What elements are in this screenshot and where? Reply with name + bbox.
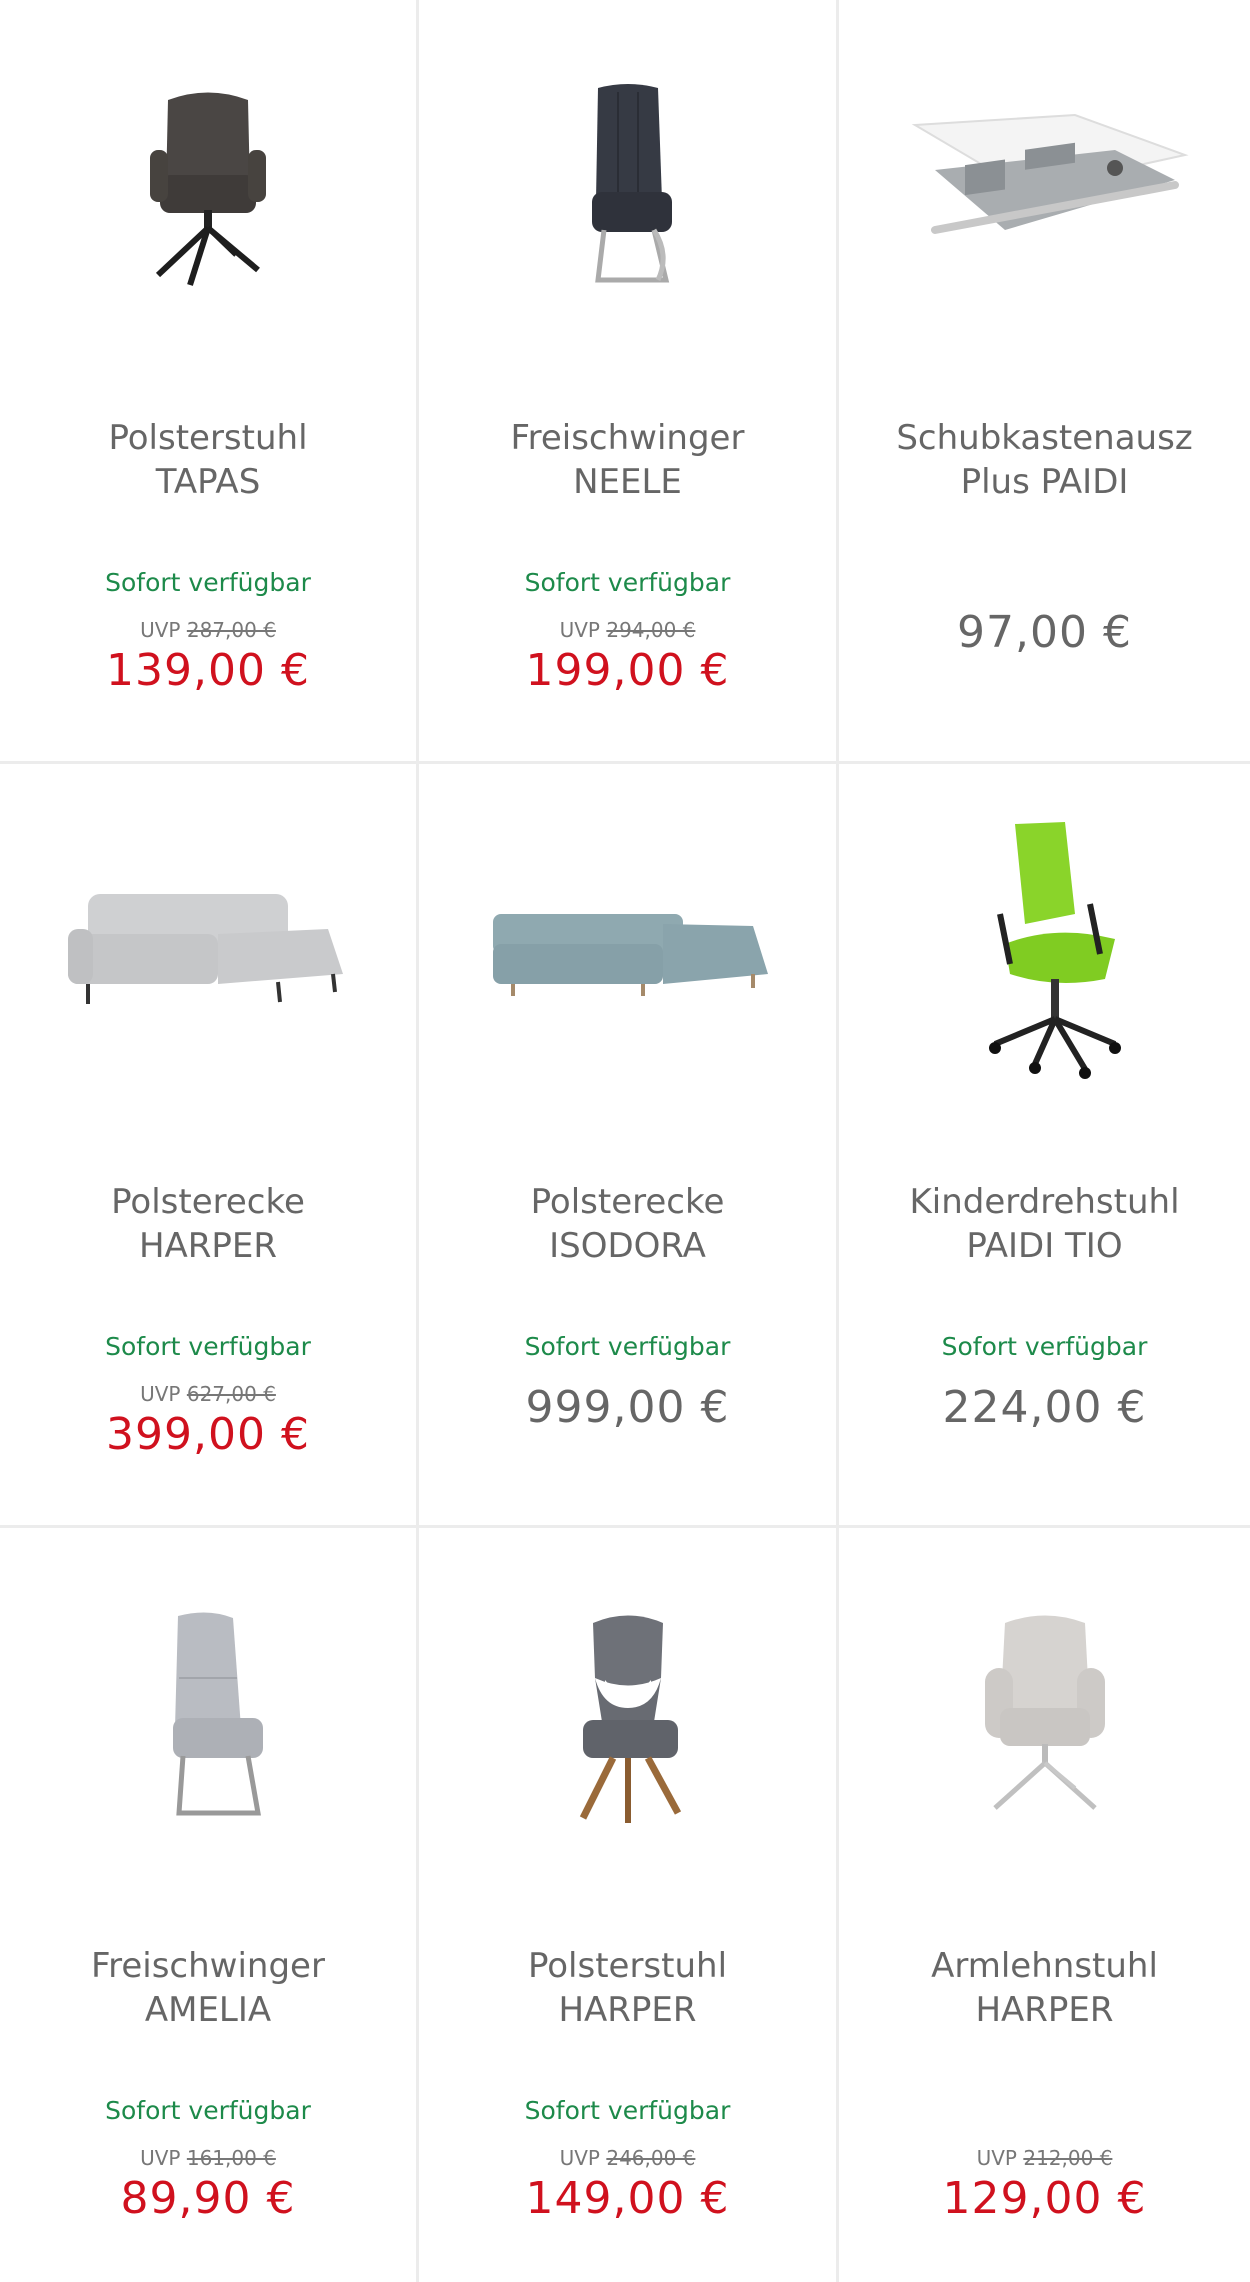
uvp-price: UVP 627,00 € [0,1382,416,1406]
availability-label: Sofort verfügbar [105,1332,311,1361]
uvp-label: UVP [976,2146,1017,2170]
armchair-swivel-light-icon [984,1615,1105,1810]
product-price: 97,00 € [957,607,1132,658]
product-name[interactable]: Freischwinger AMELIA [8,1944,408,2032]
product-price: 199,00 € [525,645,730,696]
availability-label: Sofort verfügbar [105,2096,311,2125]
product-image[interactable] [419,804,836,1104]
product-name[interactable]: Schubkastenausz Plus PAIDI [847,416,1242,504]
availability-label: Sofort verfügbar [524,568,731,597]
uvp-value: 627,00 € [186,1382,276,1406]
corner-sofa-light-grey-icon [68,894,343,1004]
product-card[interactable]: Schubkastenausz Plus PAIDI 97,00 € [839,0,1250,764]
uvp-label: UVP [140,618,181,642]
product-name[interactable]: Freischwinger NEELE [427,416,828,504]
uvp-price: UVP 212,00 € [839,2146,1250,2170]
product-name-line1: Polsterstuhl [527,1946,728,1986]
product-name-line1: Freischwinger [91,1946,325,1986]
product-name-line2: TAPAS [155,462,261,502]
product-name-line2: HARPER [138,1226,278,1266]
product-card[interactable]: Freischwinger NEELE Sofort verfügbar UVP… [419,0,839,764]
product-name[interactable]: Polsterstuhl TAPAS [8,416,408,504]
product-name[interactable]: Armlehnstuhl HARPER [847,1944,1242,2032]
product-name-line1: Kinderdrehstuhl [909,1182,1180,1222]
product-price: 89,90 € [120,2173,296,2224]
product-grid: Polsterstuhl TAPAS Sofort verfügbar UVP … [0,0,1250,2282]
product-name-line2: HARPER [558,1990,697,2030]
product-name-line2: AMELIA [144,1990,272,2030]
product-price: 224,00 € [942,1382,1147,1433]
uvp-price: UVP 294,00 € [419,618,836,642]
product-name-line1: Schubkastenausz [896,418,1193,458]
uvp-value: 294,00 € [606,618,696,642]
product-name-line2: ISODORA [549,1226,706,1266]
product-name-line1: Polsterecke [530,1182,725,1222]
product-name[interactable]: Polsterecke HARPER [8,1180,408,1268]
product-image[interactable] [0,804,416,1104]
product-image[interactable] [419,40,836,340]
uvp-label: UVP [559,618,600,642]
product-price: 149,00 € [525,2173,730,2224]
uvp-value: 212,00 € [1023,2146,1113,2170]
availability-label: Sofort verfügbar [524,1332,731,1361]
product-card[interactable]: Polsterstuhl HARPER Sofort verfügbar UVP… [419,1528,839,2282]
product-image[interactable] [839,1568,1250,1868]
product-name-line1: Polsterecke [111,1182,305,1222]
product-name-line2: PAIDI TIO [966,1226,1123,1266]
product-card[interactable]: Armlehnstuhl HARPER UVP 212,00 € 129,00 … [839,1528,1250,2282]
uvp-value: 161,00 € [186,2146,276,2170]
product-image[interactable] [839,804,1250,1104]
product-name[interactable]: Kinderdrehstuhl PAIDI TIO [847,1180,1242,1268]
drawer-insert-icon [911,113,1189,234]
product-name-line1: Armlehnstuhl [931,1946,1158,1986]
product-name-line2: NEELE [573,462,682,502]
uvp-label: UVP [559,2146,600,2170]
product-name-line2: HARPER [975,1990,1114,2030]
uvp-value: 287,00 € [186,618,276,642]
corner-sofa-blue-icon [492,914,768,996]
product-image[interactable] [0,1568,416,1868]
office-chair-green-icon [988,822,1121,1079]
product-price: 999,00 € [525,1382,730,1433]
cantilever-chair-light-icon [173,1612,263,1816]
uvp-label: UVP [140,1382,181,1406]
product-card[interactable]: Polsterstuhl TAPAS Sofort verfügbar UVP … [0,0,419,764]
product-image[interactable] [839,40,1250,340]
availability-label: Sofort verfügbar [941,1332,1148,1361]
product-price: 129,00 € [942,2173,1147,2224]
uvp-label: UVP [140,2146,181,2170]
product-image[interactable] [419,1568,836,1868]
product-name-line1: Polsterstuhl [108,418,308,458]
product-image[interactable] [0,40,416,340]
product-price: 139,00 € [106,645,310,696]
uvp-price: UVP 287,00 € [0,618,416,642]
availability-label: Sofort verfügbar [105,568,311,597]
cantilever-chair-dark-icon [591,84,672,283]
product-name[interactable]: Polsterstuhl HARPER [427,1944,828,2032]
product-name[interactable]: Polsterecke ISODORA [427,1180,828,1268]
uvp-value: 246,00 € [606,2146,696,2170]
product-name-line1: Freischwinger [510,418,745,458]
product-card[interactable]: Polsterecke HARPER Sofort verfügbar UVP … [0,764,419,1528]
product-price: 399,00 € [106,1409,310,1460]
uvp-price: UVP 161,00 € [0,2146,416,2170]
product-name-line2: Plus PAIDI [960,462,1129,502]
product-card[interactable]: Polsterecke ISODORA Sofort verfügbar 999… [419,764,839,1528]
product-card[interactable]: Freischwinger AMELIA Sofort verfügbar UV… [0,1528,419,2282]
armchair-swivel-dark-icon [150,92,266,286]
product-card[interactable]: Kinderdrehstuhl PAIDI TIO Sofort verfügb… [839,764,1250,1528]
uvp-price: UVP 246,00 € [419,2146,836,2170]
availability-label: Sofort verfügbar [524,2096,731,2125]
chair-wooden-legs-icon [579,1615,681,1823]
